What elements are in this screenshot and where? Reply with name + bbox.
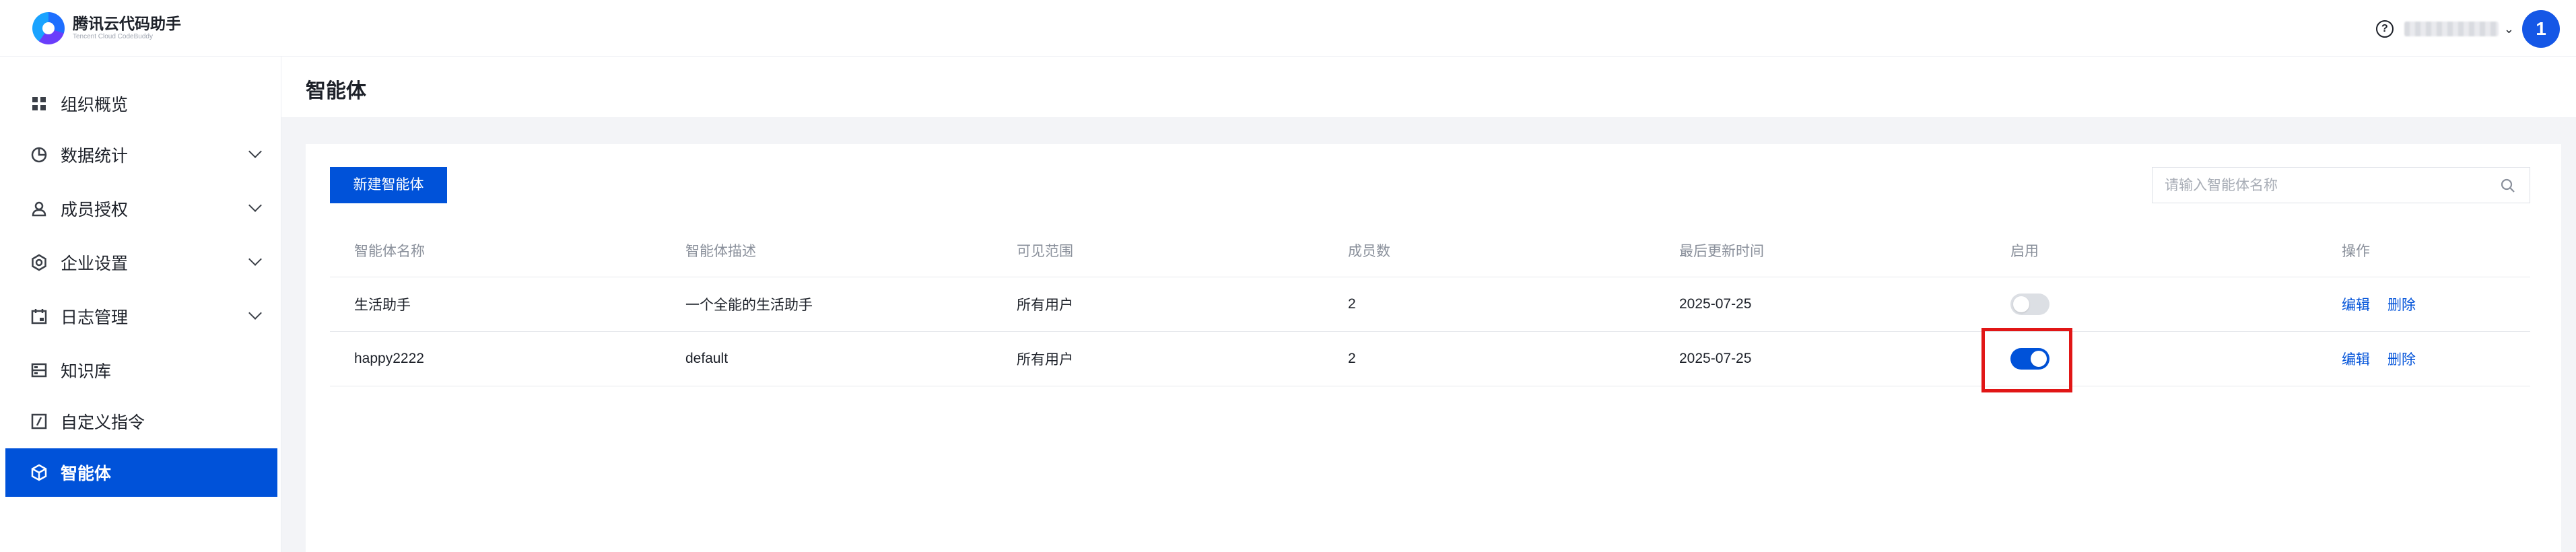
column-header-scope: 可见范围	[1017, 243, 1073, 259]
brand-subtitle: Tencent Cloud CodeBuddy	[73, 33, 153, 40]
table-row: happy2222 default 所有用户 2 2025-07-25 编辑 删…	[330, 332, 2530, 386]
sidebar-item-label: 成员授权	[61, 201, 129, 219]
sidebar-item-knowledge-base[interactable]: 知识库	[5, 346, 277, 394]
agent-scope: 所有用户	[1017, 352, 1073, 368]
sidebar-item-label: 知识库	[61, 362, 112, 381]
brand-text: 腾讯云代码助手 Tencent Cloud CodeBuddy	[73, 15, 181, 42]
page-header: 智能体	[281, 57, 2576, 117]
pie-chart-icon	[30, 145, 48, 164]
column-header-updated: 最后更新时间	[1679, 243, 1764, 259]
agent-members: 2	[1348, 351, 1356, 366]
sidebar-item-label: 自定义指令	[61, 413, 145, 432]
user-name-redacted[interactable]	[2404, 22, 2499, 36]
table-row: 生活助手 一个全能的生活助手 所有用户 2 2025-07-25 编辑 删除	[330, 277, 2530, 332]
column-header-description: 智能体描述	[685, 243, 756, 259]
agent-updated: 2025-07-25	[1679, 296, 1752, 312]
sidebar-item-label: 智能体	[61, 464, 112, 483]
enable-toggle[interactable]	[2010, 294, 2049, 315]
agent-updated: 2025-07-25	[1679, 351, 1752, 366]
sidebar-item-custom-instructions[interactable]: 自定义指令	[5, 397, 277, 446]
new-agent-button[interactable]: 新建智能体	[330, 167, 447, 203]
chevron-down-icon	[248, 199, 262, 212]
sidebar-item-log-management[interactable]: 日志管理	[5, 292, 277, 341]
chevron-down-icon	[248, 306, 262, 320]
agent-scope: 所有用户	[1017, 298, 1073, 313]
agents-table: 智能体名称 智能体描述 可见范围 成员数 最后更新时间 启用 操作 生活助手 一…	[330, 223, 2530, 386]
question-circle-icon[interactable]: ?	[2375, 20, 2394, 38]
search-input[interactable]	[2165, 176, 2488, 195]
table-header: 智能体名称 智能体描述 可见范围 成员数 最后更新时间 启用 操作	[330, 223, 2530, 277]
grid-icon	[30, 94, 48, 113]
delete-link[interactable]: 删除	[2387, 349, 2416, 369]
sidebar-item-label: 数据统计	[61, 147, 129, 166]
cube-icon	[30, 463, 48, 482]
agent-description: 一个全能的生活助手	[685, 298, 813, 313]
top-bar: 腾讯云代码助手 Tencent Cloud CodeBuddy ? ⌄ 1	[0, 0, 2576, 57]
brand[interactable]: 腾讯云代码助手 Tencent Cloud CodeBuddy	[32, 12, 181, 44]
column-header-actions: 操作	[2342, 243, 2370, 259]
sidebar-item-label: 组织概览	[61, 96, 129, 114]
settings-icon	[30, 253, 48, 272]
toggle-knob	[2013, 296, 2029, 312]
header-actions: ? ⌄ 1	[2375, 10, 2560, 48]
sidebar: 组织概览 数据统计 成员授权 企业设置 日志管理 知识库 自定义指令 智能体	[0, 57, 281, 552]
calendar-icon	[30, 307, 48, 326]
database-icon	[30, 361, 48, 380]
agent-members: 2	[1348, 296, 1356, 312]
search-icon[interactable]	[2500, 178, 2516, 194]
chevron-down-icon	[248, 145, 262, 158]
page-title: 智能体	[306, 80, 366, 102]
agent-name: happy2222	[354, 351, 424, 366]
agent-description: default	[685, 351, 728, 366]
sidebar-item-statistics[interactable]: 数据统计	[5, 131, 277, 179]
sidebar-item-label: 日志管理	[61, 308, 129, 327]
actions-cell: 编辑 删除	[2342, 277, 2433, 331]
sidebar-item-member-auth[interactable]: 成员授权	[5, 184, 277, 233]
agent-name: 生活助手	[354, 298, 411, 313]
sidebar-item-enterprise-settings[interactable]: 企业设置	[5, 238, 277, 287]
brand-logo-icon	[32, 12, 65, 44]
column-header-name: 智能体名称	[354, 243, 425, 259]
sidebar-item-label: 企业设置	[61, 254, 129, 273]
sidebar-item-overview[interactable]: 组织概览	[5, 79, 277, 128]
actions-cell: 编辑 删除	[2342, 332, 2433, 386]
column-header-enabled: 启用	[2010, 243, 2039, 259]
edit-link[interactable]: 编辑	[2342, 349, 2370, 369]
command-icon	[30, 412, 48, 431]
main-content: 智能体 新建智能体 智能体名称 智能体描述 可见范围 成员数 最后更新时间 启用…	[281, 57, 2576, 552]
user-icon	[30, 199, 48, 218]
brand-name: 腾讯云代码助手	[73, 15, 181, 32]
column-header-members: 成员数	[1348, 243, 1390, 259]
agents-card: 新建智能体 智能体名称 智能体描述 可见范围 成员数 最后更新时间 启用 操作 …	[306, 144, 2561, 552]
chevron-down-icon[interactable]: ⌄	[2504, 22, 2514, 36]
delete-link[interactable]: 删除	[2387, 294, 2416, 314]
enabled-cell	[2010, 277, 2049, 331]
avatar[interactable]: 1	[2522, 10, 2560, 48]
search-box[interactable]	[2152, 167, 2530, 203]
highlight-box	[1981, 328, 2072, 392]
edit-link[interactable]: 编辑	[2342, 294, 2370, 314]
chevron-down-icon	[248, 252, 262, 266]
sidebar-item-agents[interactable]: 智能体	[5, 448, 277, 497]
